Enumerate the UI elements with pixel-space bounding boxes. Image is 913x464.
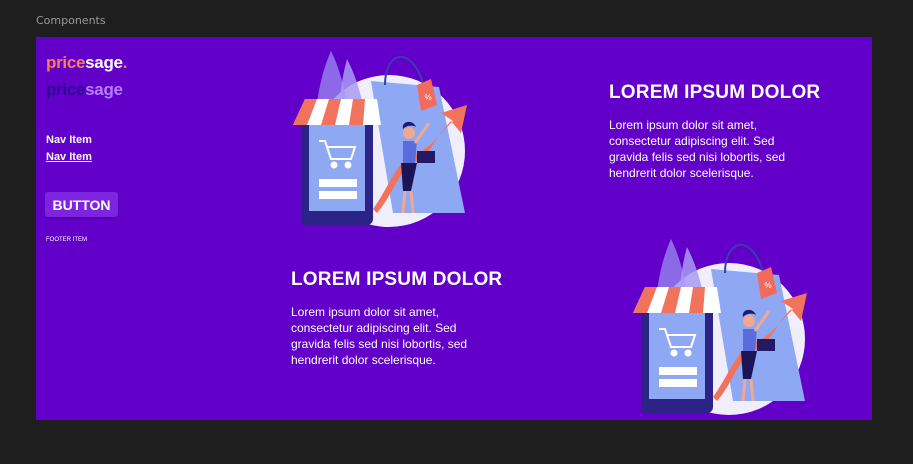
shopping-illustration: % [633, 239, 807, 415]
nav-item-active[interactable]: Nav Item [46, 151, 92, 163]
logo-light-part2: sage [85, 53, 123, 72]
price-tag-label: % [764, 281, 771, 290]
logo-dark-part2: sage [85, 80, 123, 99]
screen-bar [319, 191, 357, 199]
logo-light-part1: price [46, 53, 86, 72]
logo-dark-part1: price [46, 80, 86, 99]
section-heading: LOREM IPSUM DOLOR [609, 82, 821, 103]
screen-bar [659, 367, 697, 375]
screen-bar [319, 179, 357, 187]
shopping-illustration: % [293, 51, 467, 227]
section-body: Lorem ipsum dolor sit amet, consectetur … [291, 305, 468, 367]
primary-button[interactable]: BUTTON [45, 192, 118, 217]
nav-item[interactable]: Nav Item [46, 134, 92, 146]
footer-item[interactable]: FOOTER ITEM [46, 237, 87, 243]
section-heading: LOREM IPSUM DOLOR [291, 269, 503, 290]
logo-dark-dot: . [122, 80, 128, 99]
components-frame: pricesage. pricesage. Nav Item Nav Item … [36, 37, 872, 420]
section-body: Lorem ipsum dolor sit amet, consectetur … [609, 118, 786, 180]
logo-light[interactable]: pricesage. [46, 53, 127, 73]
price-tag-label: % [424, 93, 431, 102]
frame-label: Components [36, 14, 106, 27]
logo-dark[interactable]: pricesage. [46, 80, 127, 100]
screen-bar [659, 379, 697, 387]
logo-light-dot: . [122, 53, 128, 72]
